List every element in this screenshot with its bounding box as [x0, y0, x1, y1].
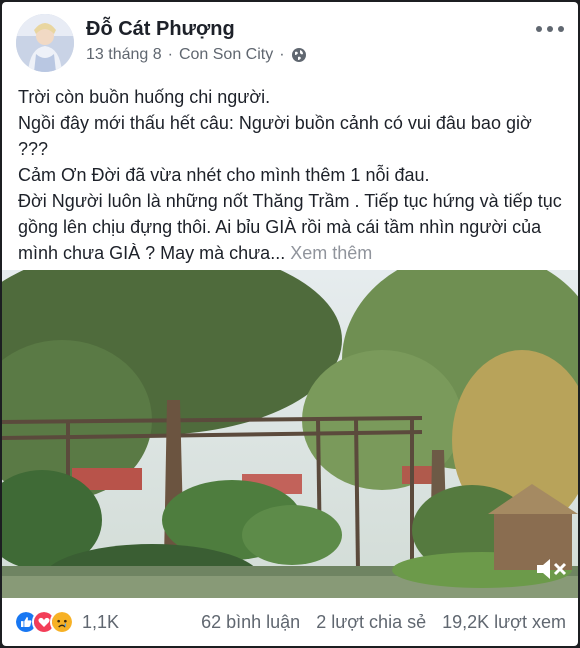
comments-count-link[interactable]: 62 bình luận: [201, 612, 300, 633]
meta-separator: ·: [279, 46, 285, 63]
post-line: Cảm Ơn Đời đã vừa nhét cho mình thêm 1 n…: [18, 165, 430, 185]
post-meta: 13 tháng 8 · Con Son City ·: [86, 46, 307, 64]
post-line: Ngồi đây mới thấu hết câu: Người buồn cả…: [18, 113, 532, 159]
reactions-summary[interactable]: 1,1K: [14, 610, 119, 634]
video-player[interactable]: [2, 270, 578, 598]
post-header: Đỗ Cát Phượng 13 tháng 8 · Con Son City …: [2, 2, 578, 78]
shares-count-link[interactable]: 2 lượt chia sẻ: [316, 612, 426, 633]
dot: [558, 26, 564, 32]
reaction-count: 1,1K: [82, 611, 120, 632]
post-stats: 62 bình luận 2 lượt chia sẻ 19,2K lượt x…: [201, 612, 566, 633]
garden-scene: [2, 270, 578, 598]
post-footer: 1,1K 62 bình luận 2 lượt chia sẻ 19,2K l…: [2, 598, 578, 646]
post-card: Đỗ Cát Phượng 13 tháng 8 · Con Son City …: [2, 2, 578, 646]
meta-separator: ·: [167, 46, 173, 63]
avatar-image: [16, 14, 74, 72]
globe-icon[interactable]: [291, 47, 307, 63]
post-text: Trời còn buồn huống chi người. Ngồi đây …: [18, 84, 566, 266]
post-location[interactable]: Con Son City: [179, 46, 273, 64]
speaker-muted-icon[interactable]: [534, 554, 568, 584]
post-line: Trời còn buồn huống chi người.: [18, 87, 271, 107]
avatar[interactable]: [16, 14, 74, 72]
sad-icon: [50, 610, 74, 634]
more-options-icon[interactable]: [536, 22, 564, 36]
author-name[interactable]: Đỗ Cát Phượng: [86, 18, 235, 41]
dot: [536, 26, 542, 32]
post-date[interactable]: 13 tháng 8: [86, 46, 162, 64]
see-more-link[interactable]: Xem thêm: [290, 243, 372, 263]
views-count: 19,2K lượt xem: [442, 611, 566, 632]
dot: [547, 26, 553, 32]
post-line: Đời Người luôn là những nốt Thăng Trầm .…: [18, 188, 566, 266]
